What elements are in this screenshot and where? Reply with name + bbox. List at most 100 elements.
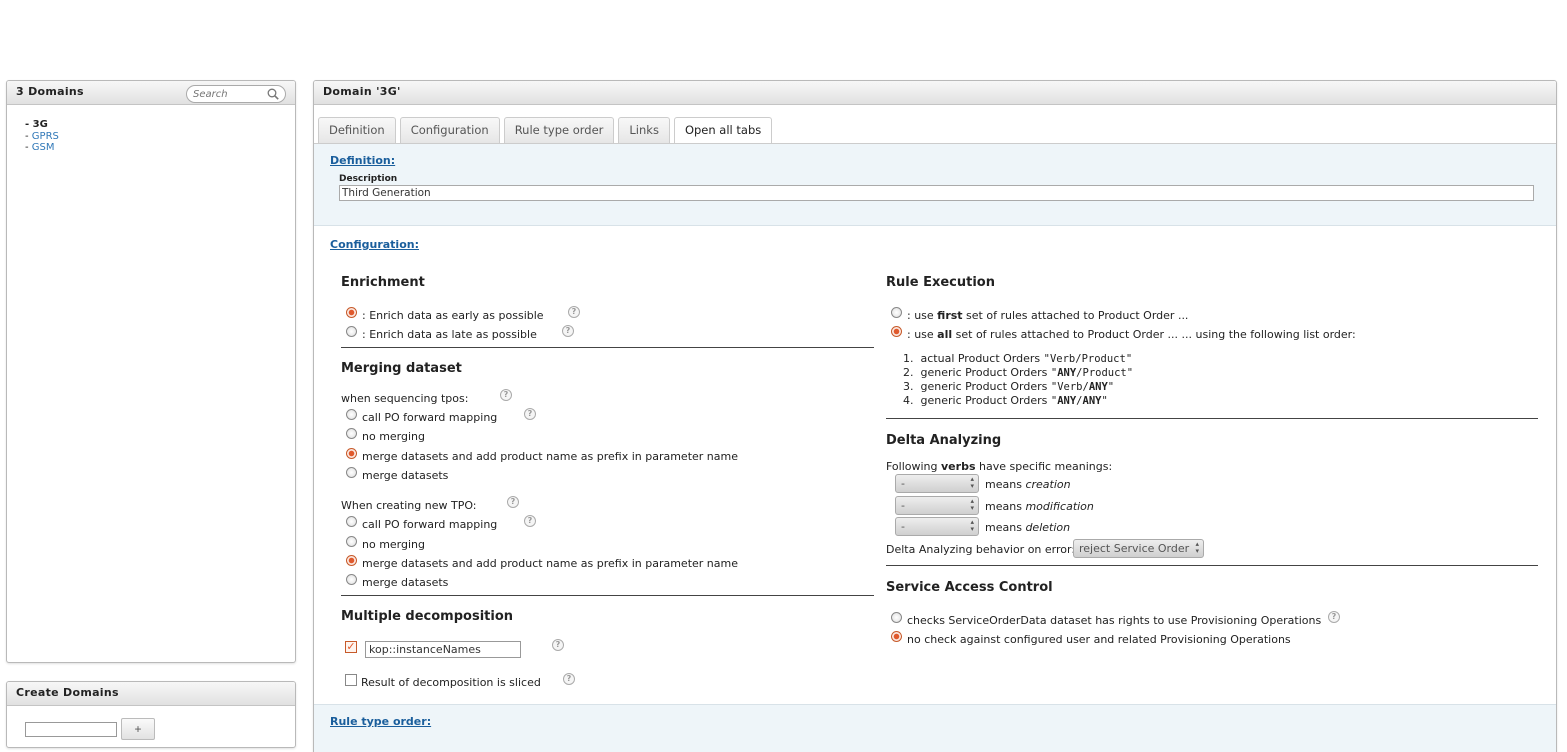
configuration-link[interactable]: Configuration:	[330, 238, 419, 251]
decomposition-checkbox[interactable]: ✓	[345, 641, 357, 653]
order-item-1: 1. actual Product Orders "Verb/Product"	[903, 352, 1133, 365]
new-option-label: merge datasets and add product name as p…	[362, 557, 738, 570]
delta-error-label: Delta Analyzing behavior on error:	[886, 543, 1076, 556]
domain-label: 3G	[32, 119, 48, 130]
bullet: -	[25, 119, 33, 130]
new-tpo-label: When creating new TPO:	[341, 499, 477, 512]
rule-first-label: : use first set of rules attached to Pro…	[907, 309, 1189, 322]
help-icon[interactable]: ?	[562, 325, 574, 337]
domain-item-3g[interactable]: - 3G	[25, 119, 295, 131]
domains-panel: 3 Domains - 3G - GPRS - GSM	[6, 80, 296, 663]
order-item-3: 3. generic Product Orders "Verb/ANY"	[903, 380, 1115, 393]
sliced-checkbox[interactable]	[345, 674, 357, 686]
new-option-label: merge datasets	[362, 576, 449, 589]
instance-names-field[interactable]	[365, 641, 521, 658]
tab-bar: Definition Configuration Rule type order…	[318, 117, 776, 144]
seq-forward-mapping-radio[interactable]	[346, 409, 357, 420]
add-domain-button[interactable]: +	[121, 718, 155, 740]
creation-verb-select[interactable]: -	[895, 474, 979, 493]
create-row: +	[25, 718, 155, 740]
new-domain-input[interactable]	[25, 721, 117, 737]
help-icon[interactable]: ?	[1328, 611, 1340, 623]
rule-all-label: : use all set of rules attached to Produ…	[907, 328, 1356, 341]
seq-merge-datasets-radio[interactable]	[346, 467, 357, 478]
rule-first-radio[interactable]	[891, 307, 902, 318]
domains-panel-header: 3 Domains	[7, 81, 295, 105]
seq-option-label: merge datasets	[362, 469, 449, 482]
help-icon[interactable]: ?	[568, 306, 580, 318]
enrich-late-radio[interactable]	[346, 326, 357, 337]
domain-panel-header: Domain '3G'	[314, 81, 1556, 105]
new-forward-mapping-radio[interactable]	[346, 516, 357, 527]
help-icon[interactable]: ?	[500, 389, 512, 401]
new-option-label: no merging	[362, 538, 426, 551]
sac-check-radio[interactable]	[891, 612, 902, 623]
enrich-late-label: : Enrich data as late as possible	[362, 328, 537, 341]
divider	[341, 595, 874, 596]
help-icon[interactable]: ?	[507, 496, 519, 508]
seq-merge-prefix-radio[interactable]	[346, 448, 357, 459]
tab-open-all[interactable]: Open all tabs	[673, 117, 773, 144]
domain-panel-title: Domain '3G'	[323, 85, 401, 98]
domain-link[interactable]: GSM	[32, 142, 55, 153]
enrich-early-radio[interactable]	[346, 307, 357, 318]
seq-option-label: merge datasets and add product name as p…	[362, 450, 738, 463]
delta-heading: Delta Analyzing	[886, 433, 1002, 448]
domain-item-gsm[interactable]: - GSM	[25, 142, 295, 154]
deletion-label: means deletion	[985, 521, 1071, 534]
tab-configuration[interactable]: Configuration	[399, 117, 500, 143]
seq-option-label: no merging	[362, 430, 426, 443]
domain-item-gprs[interactable]: - GPRS	[25, 131, 295, 143]
definition-section: Definition: Description	[314, 144, 1556, 226]
help-icon[interactable]: ?	[563, 673, 575, 685]
enrichment-heading: Enrichment	[341, 275, 425, 290]
seq-option-label: call PO forward mapping	[362, 411, 498, 424]
sac-heading: Service Access Control	[886, 580, 1053, 595]
bullet: -	[25, 130, 32, 142]
domain-list: - 3G - GPRS - GSM	[7, 105, 295, 154]
description-label: Description	[339, 174, 398, 184]
tab-links[interactable]: Links	[618, 117, 670, 143]
seq-no-merging-radio[interactable]	[346, 428, 357, 439]
help-icon[interactable]: ?	[552, 639, 564, 651]
tab-definition[interactable]: Definition	[318, 117, 396, 143]
help-icon[interactable]: ?	[524, 515, 536, 527]
search-icon[interactable]	[267, 88, 279, 100]
rule-type-order-link[interactable]: Rule type order:	[330, 715, 431, 728]
sliced-label: Result of decomposition is sliced	[361, 676, 541, 689]
sequencing-label: when sequencing tpos:	[341, 392, 469, 405]
divider	[886, 418, 1538, 419]
new-option-label: call PO forward mapping	[362, 518, 498, 531]
create-panel-header: Create Domains	[7, 682, 295, 706]
decomposition-heading: Multiple decomposition	[341, 609, 514, 624]
enrich-early-label: : Enrich data as early as possible	[362, 309, 544, 322]
rule-execution-heading: Rule Execution	[886, 275, 995, 290]
domain-detail-panel: Domain '3G' Definition Configuration Rul…	[313, 80, 1557, 752]
sac-no-check-label: no check against configured user and rel…	[907, 633, 1291, 646]
delta-intro: Following verbs have specific meanings:	[886, 460, 1113, 473]
order-item-4: 4. generic Product Orders "ANY/ANY"	[903, 394, 1108, 407]
deletion-verb-select[interactable]: -	[895, 517, 979, 536]
delta-error-select[interactable]: reject Service Order	[1073, 539, 1204, 558]
tab-rule-type-order[interactable]: Rule type order	[503, 117, 615, 143]
search-input[interactable]	[193, 86, 269, 102]
create-domains-panel: Create Domains +	[6, 681, 296, 748]
definition-link[interactable]: Definition:	[330, 154, 395, 167]
merging-heading: Merging dataset	[341, 361, 462, 376]
order-item-2: 2. generic Product Orders "ANY/Product"	[903, 366, 1134, 379]
sac-no-check-radio[interactable]	[891, 631, 902, 642]
new-no-merging-radio[interactable]	[346, 536, 357, 547]
search-box[interactable]	[186, 85, 286, 103]
description-field[interactable]	[339, 185, 1534, 201]
new-merge-datasets-radio[interactable]	[346, 574, 357, 585]
new-merge-prefix-radio[interactable]	[346, 555, 357, 566]
creation-label: means creation	[985, 478, 1071, 491]
divider	[886, 565, 1538, 566]
modification-verb-select[interactable]: -	[895, 496, 979, 515]
rule-type-order-section: Rule type order:	[314, 704, 1556, 752]
domain-link[interactable]: GPRS	[32, 131, 59, 142]
create-panel-title: Create Domains	[16, 686, 119, 699]
rule-all-radio[interactable]	[891, 326, 902, 337]
modification-label: means modification	[985, 500, 1094, 513]
help-icon[interactable]: ?	[524, 408, 536, 420]
